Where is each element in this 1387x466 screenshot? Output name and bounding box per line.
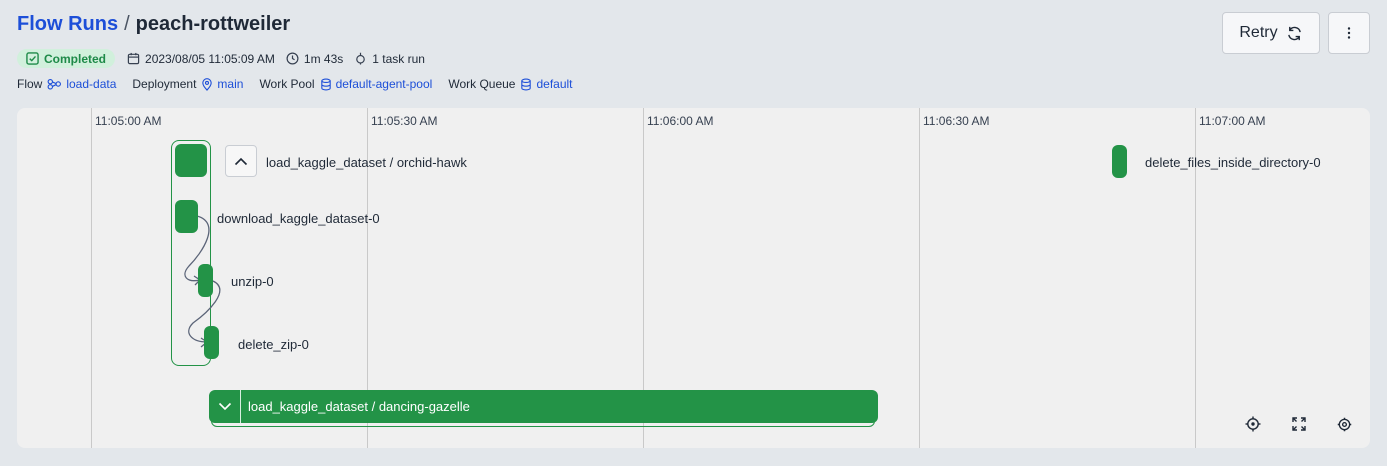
database-icon: [521, 78, 532, 90]
collapsed-subflow-bar[interactable]: load_kaggle_dataset / dancing-gazelle: [209, 390, 878, 423]
collapsed-subflow-label: load_kaggle_dataset / dancing-gazelle: [248, 399, 470, 414]
retry-label: Retry: [1239, 24, 1278, 41]
location-pin-icon: [202, 77, 213, 91]
work-queue-property: Work Queue default: [448, 77, 572, 91]
work-pool-key: Work Pool: [259, 77, 315, 91]
start-time-value: 2023/08/05 11:05:09 AM: [145, 51, 275, 66]
database-icon: [320, 78, 331, 90]
gridline: [919, 108, 920, 448]
run-meta: Completed 2023/08/05 11:05:09 AM 1m 43s …: [17, 49, 436, 68]
flow-icon: [47, 78, 62, 90]
time-tick: 11:07:00 AM: [1199, 114, 1266, 128]
task-node-download[interactable]: [175, 200, 198, 233]
expand-subflow-button[interactable]: [209, 390, 241, 423]
task-run-count-value: 1 task run: [372, 51, 425, 66]
duration: 1m 43s: [286, 52, 343, 66]
task-label-delete-files: delete_files_inside_directory-0: [1145, 155, 1321, 170]
calendar-icon: [127, 52, 140, 65]
task-label-unzip: unzip-0: [231, 274, 274, 289]
kebab-menu-icon: [1347, 27, 1351, 39]
breadcrumb: Flow Runs / peach-rottweiler: [17, 13, 290, 36]
fullscreen-button[interactable]: [1288, 413, 1310, 435]
task-label-download: download_kaggle_dataset-0: [217, 211, 380, 226]
work-queue-link[interactable]: default: [520, 77, 573, 91]
work-pool-property: Work Pool default-agent-pool: [259, 77, 432, 91]
work-pool-value: default-agent-pool: [335, 77, 433, 91]
duration-value: 1m 43s: [303, 51, 344, 66]
task-run-count: 1 task run: [354, 52, 425, 66]
work-queue-value: default: [536, 77, 573, 91]
recenter-button[interactable]: [1242, 413, 1264, 435]
retry-button[interactable]: Retry: [1222, 12, 1320, 54]
refresh-icon: [1287, 26, 1301, 40]
task-run-icon: [356, 52, 366, 65]
state-label: Completed: [44, 51, 107, 66]
deployment-property: Deployment main: [132, 77, 243, 91]
more-actions-button[interactable]: [1328, 12, 1370, 54]
state-badge: Completed: [17, 49, 116, 68]
work-queue-key: Work Queue: [448, 77, 516, 91]
flow-property: Flow load-data: [17, 77, 116, 91]
subflow-label: load_kaggle_dataset / orchid-hawk: [266, 155, 467, 170]
flow-value: load-data: [66, 77, 117, 91]
flow-link[interactable]: load-data: [47, 77, 116, 91]
time-tick: 11:06:00 AM: [647, 114, 714, 128]
start-time: 2023/08/05 11:05:09 AM: [127, 52, 275, 66]
breadcrumb-flow-runs-link[interactable]: Flow Runs: [17, 13, 118, 35]
task-label-delete-zip: delete_zip-0: [238, 337, 309, 352]
deployment-link[interactable]: main: [201, 77, 243, 91]
graph-settings-button[interactable]: [1333, 413, 1355, 435]
deployment-key: Deployment: [132, 77, 197, 91]
page-title: peach-rottweiler: [135, 13, 291, 35]
flow-run-graph[interactable]: 11:05:00 AM 11:05:30 AM 11:06:00 AM 11:0…: [17, 108, 1370, 448]
expand-icon: [1292, 417, 1306, 431]
clock-icon: [286, 52, 299, 65]
crosshair-icon: [1245, 416, 1261, 432]
flow-key: Flow: [17, 77, 43, 91]
time-tick: 11:05:30 AM: [371, 114, 438, 128]
breadcrumb-separator: /: [124, 13, 130, 35]
task-node-unzip[interactable]: [198, 264, 213, 297]
run-properties: Flow load-data Deployment main Work Pool…: [17, 77, 589, 91]
task-node-delete-zip[interactable]: [204, 326, 219, 359]
work-pool-link[interactable]: default-agent-pool: [320, 77, 433, 91]
chevron-down-icon: [218, 402, 231, 411]
check-square-icon: [26, 52, 39, 65]
task-node-delete-files[interactable]: [1112, 145, 1127, 178]
gear-icon: [1337, 417, 1351, 431]
time-tick: 11:06:30 AM: [923, 114, 990, 128]
deployment-value: main: [217, 77, 244, 91]
